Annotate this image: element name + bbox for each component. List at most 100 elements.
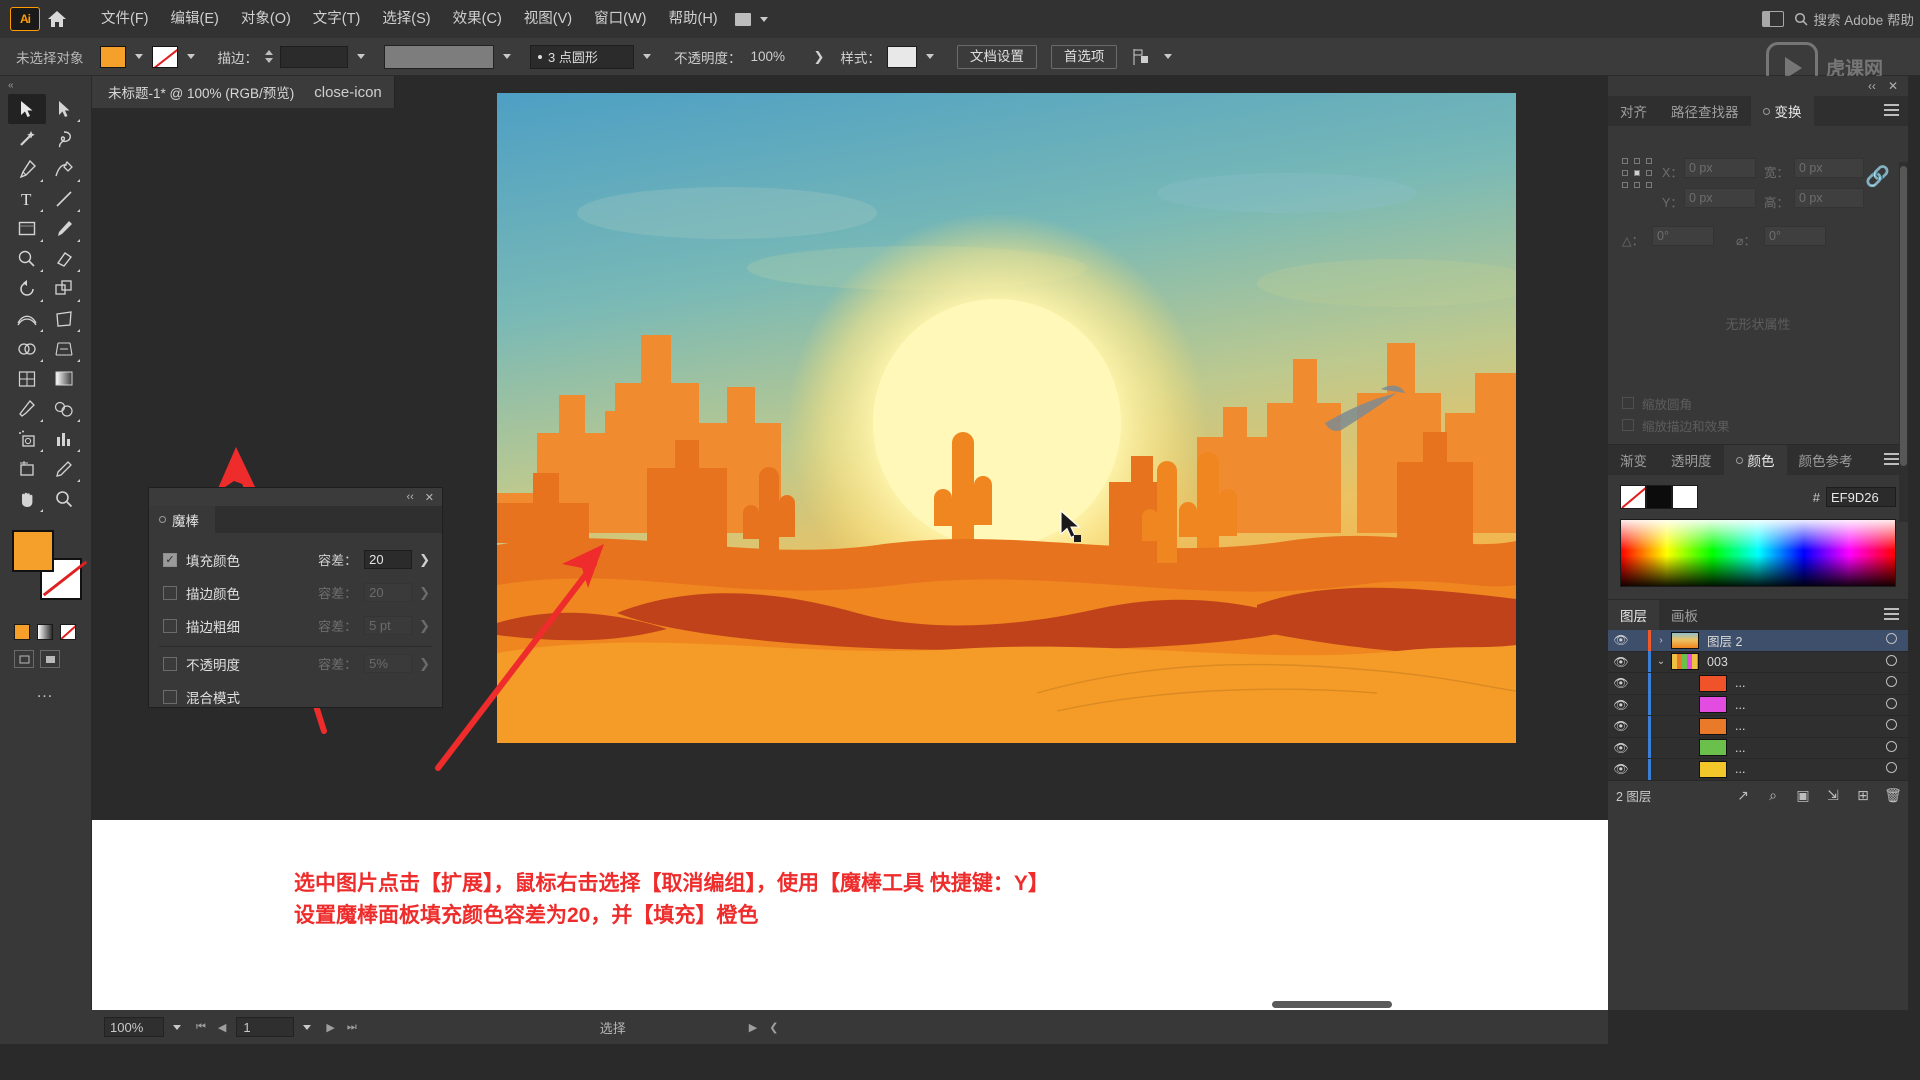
- opacity-expand-icon[interactable]: ❯: [814, 49, 825, 65]
- target-indicator[interactable]: [1874, 697, 1908, 712]
- workspace-switcher-icon[interactable]: [1762, 11, 1785, 27]
- reference-point-selector[interactable]: [1622, 158, 1652, 188]
- hex-field-group[interactable]: # EF9D26: [1813, 487, 1896, 507]
- eyedropper-tool[interactable]: [8, 394, 46, 424]
- scale-strokes-effects-checkbox-row[interactable]: 缩放描边和效果: [1608, 414, 1908, 436]
- document-tab[interactable]: 未标题-1* @ 100% (RGB/预览) close-icon: [92, 76, 395, 108]
- visibility-icon[interactable]: 👁: [1608, 655, 1634, 669]
- scale-strokes-effects-checkbox[interactable]: [1622, 419, 1634, 431]
- stroke-swatch-group[interactable]: [151, 45, 204, 68]
- first-page-icon[interactable]: ⏮: [190, 1021, 212, 1034]
- chevron-down-icon[interactable]: [134, 54, 143, 59]
- stroke-color-swatch[interactable]: [151, 45, 178, 68]
- y-input[interactable]: 0 px: [1684, 188, 1756, 208]
- chevron-down-icon[interactable]: [925, 54, 934, 59]
- menu-file[interactable]: 文件(F): [90, 0, 160, 38]
- paintbrush-tool[interactable]: [46, 214, 84, 244]
- rotate-tool[interactable]: [8, 274, 46, 304]
- magic-wand-panel[interactable]: ‹‹ ✕ 魔棒 ✓ 填充颜色 容差： 20 ❯ 描边颜色 容差： 20 ❯ 描边…: [148, 487, 443, 708]
- brush-definition-dropdown[interactable]: 3 点圆形: [530, 44, 634, 69]
- edit-toolbar-button[interactable]: …: [0, 668, 91, 702]
- status-expand-icon[interactable]: ▶: [743, 1021, 763, 1034]
- hand-tool[interactable]: [8, 484, 46, 514]
- magic-wand-tool[interactable]: [8, 124, 46, 154]
- black-swatch[interactable]: [1646, 485, 1672, 509]
- chevron-down-icon[interactable]: ⌄: [1651, 656, 1671, 667]
- draw-behind-icon[interactable]: [40, 650, 60, 668]
- visibility-icon[interactable]: 👁: [1608, 762, 1634, 776]
- variable-width-profile-dropdown[interactable]: [384, 44, 494, 69]
- x-input[interactable]: 0 px: [1684, 158, 1756, 178]
- row-fill-color[interactable]: ✓ 填充颜色 容差： 20 ❯: [149, 543, 442, 576]
- transform-panel-header[interactable]: ‹‹ ✕: [1608, 76, 1908, 96]
- rectangle-tool[interactable]: [8, 214, 46, 244]
- tab-gradient[interactable]: 渐变: [1608, 445, 1659, 475]
- type-tool[interactable]: T: [8, 184, 46, 214]
- menu-type[interactable]: 文字(T): [302, 0, 372, 38]
- opacity-input[interactable]: 100%: [747, 45, 808, 68]
- eraser-tool[interactable]: [46, 244, 84, 274]
- align-objects-dropdown[interactable]: [1133, 48, 1181, 66]
- target-indicator[interactable]: [1874, 654, 1908, 669]
- next-page-icon[interactable]: ▶: [320, 1021, 340, 1034]
- layer-name[interactable]: 003: [1707, 655, 1874, 669]
- menu-view[interactable]: 视图(V): [513, 0, 583, 38]
- zoom-tool[interactable]: [46, 484, 84, 514]
- tab-layers[interactable]: 图层: [1608, 600, 1659, 630]
- tab-transparency[interactable]: 透明度: [1659, 445, 1724, 475]
- curvature-tool[interactable]: [46, 154, 84, 184]
- make-clipping-mask-icon[interactable]: ▣: [1788, 787, 1818, 804]
- rotate-input[interactable]: 0°: [1652, 226, 1714, 246]
- toolbox-collapse-handle[interactable]: «: [0, 76, 91, 94]
- chevron-down-icon[interactable]: [186, 54, 195, 59]
- target-indicator[interactable]: [1874, 633, 1908, 647]
- opacity-checkbox[interactable]: [163, 656, 177, 671]
- panel-scrollbar[interactable]: [1899, 162, 1908, 522]
- height-input[interactable]: 0 px: [1794, 188, 1864, 208]
- hex-input[interactable]: EF9D26: [1826, 487, 1896, 507]
- arrange-documents-button[interactable]: [734, 12, 774, 26]
- tab-artboards[interactable]: 画板: [1659, 600, 1710, 630]
- target-indicator[interactable]: [1874, 740, 1908, 755]
- scale-tool[interactable]: [46, 274, 84, 304]
- document-setup-button[interactable]: 文档设置: [956, 44, 1037, 69]
- table-row[interactable]: 👁 › 图层 2: [1608, 629, 1908, 652]
- close-icon[interactable]: ✕: [425, 491, 434, 504]
- free-transform-tool[interactable]: [46, 304, 84, 334]
- color-swatch-shortcut[interactable]: [14, 624, 30, 640]
- collapse-icon[interactable]: ‹‹: [1868, 79, 1876, 93]
- tab-align[interactable]: 对齐: [1608, 96, 1659, 126]
- search-help-box[interactable]: 搜索 Adobe 帮助: [1794, 9, 1914, 29]
- layer-name[interactable]: ...: [1735, 719, 1874, 733]
- fill-tolerance-group[interactable]: 容差： 20 ❯: [318, 550, 442, 569]
- panel-menu-icon[interactable]: [1884, 453, 1899, 468]
- preferences-button[interactable]: 首选项: [1050, 44, 1118, 69]
- tab-color-guide[interactable]: 颜色参考: [1787, 445, 1865, 475]
- graphic-style-swatch[interactable]: [886, 45, 917, 68]
- target-indicator[interactable]: [1874, 719, 1908, 733]
- layer-name[interactable]: ...: [1735, 741, 1874, 755]
- chevron-down-icon[interactable]: [357, 54, 365, 59]
- draw-normal-icon[interactable]: [14, 650, 34, 668]
- target-indicator[interactable]: [1874, 676, 1908, 690]
- blend-tool[interactable]: [46, 394, 84, 424]
- visibility-icon[interactable]: 👁: [1608, 698, 1634, 712]
- list-item[interactable]: 👁 ...: [1608, 758, 1908, 781]
- line-segment-tool[interactable]: [46, 184, 84, 214]
- search-icon[interactable]: ⌕: [1758, 787, 1788, 804]
- pen-tool[interactable]: [8, 154, 46, 184]
- none-swatch[interactable]: [1620, 485, 1646, 509]
- new-layer-icon[interactable]: ⊞: [1848, 787, 1878, 804]
- row-stroke-color[interactable]: 描边颜色 容差： 20 ❯: [149, 576, 442, 609]
- menu-select[interactable]: 选择(S): [371, 0, 441, 38]
- tab-color[interactable]: 颜色: [1723, 445, 1787, 475]
- chevron-down-icon[interactable]: [503, 54, 511, 59]
- scale-corners-checkbox-row[interactable]: 缩放圆角: [1608, 392, 1908, 414]
- menu-window[interactable]: 窗口(W): [583, 0, 657, 38]
- zoom-level-input[interactable]: 100%: [104, 1017, 164, 1037]
- layer-name[interactable]: ...: [1735, 762, 1874, 776]
- home-icon[interactable]: [40, 0, 74, 38]
- menu-effect[interactable]: 效果(C): [442, 0, 513, 38]
- scale-corners-checkbox[interactable]: [1622, 397, 1634, 409]
- lasso-tool[interactable]: [46, 124, 84, 154]
